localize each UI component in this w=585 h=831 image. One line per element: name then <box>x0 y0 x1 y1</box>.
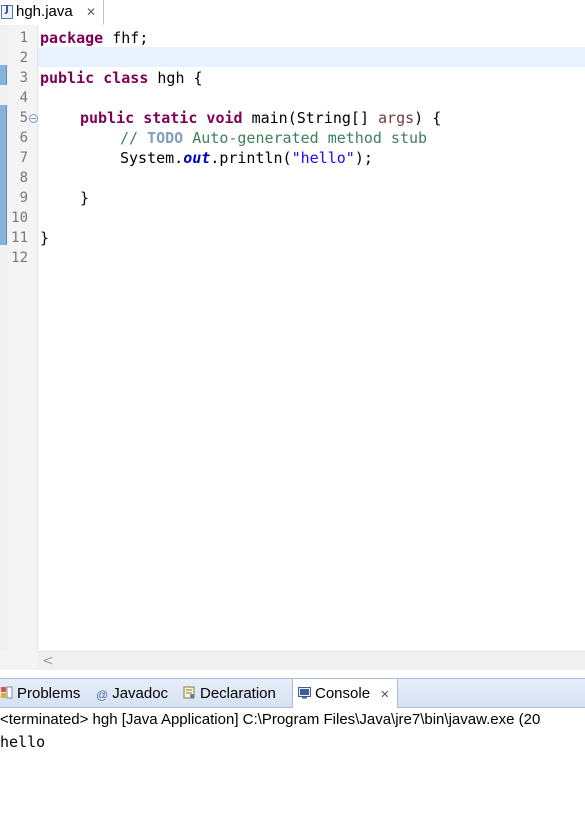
overview-ruler <box>0 25 8 651</box>
console-icon <box>298 687 311 699</box>
change-marker <box>0 105 7 245</box>
line-number: 2 <box>19 50 28 66</box>
change-marker <box>0 65 7 85</box>
editor-tab-label: hgh.java <box>16 3 73 20</box>
line-number: 5 <box>19 110 28 126</box>
declaration-icon <box>183 686 195 699</box>
current-line-highlight <box>38 47 585 67</box>
scroll-left-icon[interactable]: < <box>42 653 54 669</box>
code-line-9[interactable]: } <box>80 188 89 208</box>
java-file-icon: J <box>1 4 13 19</box>
tab-console[interactable]: Console ✕ <box>292 679 398 709</box>
bottom-panel-tab-bar: Problems @ Javadoc Declaration Console ✕ <box>0 678 585 709</box>
close-icon[interactable]: ✕ <box>86 5 96 19</box>
editor-tab-bar: J hgh.java ✕ <box>0 0 585 25</box>
panel-separator <box>0 670 585 678</box>
line-number: 1 <box>19 30 28 46</box>
line-number: 11 <box>11 230 28 246</box>
console-status-line: <terminated> hgh [Java Application] C:\P… <box>0 711 541 728</box>
close-icon[interactable]: ✕ <box>380 689 389 701</box>
console-view[interactable]: <terminated> hgh [Java Application] C:\P… <box>0 708 585 831</box>
tab-declaration[interactable]: Declaration <box>183 679 289 708</box>
line-number: 3 <box>19 70 28 86</box>
code-line-6[interactable]: // TODO Auto-generated method stub <box>120 128 427 148</box>
gutter-scroll-spacer <box>0 651 38 670</box>
code-editor[interactable]: 1 2 3 4 5 − 6 7 8 9 10 11 12 package fhf… <box>0 25 585 651</box>
line-number: 4 <box>19 90 28 106</box>
line-number: 12 <box>11 250 28 266</box>
tab-javadoc[interactable]: @ Javadoc <box>96 679 178 708</box>
code-line-7[interactable]: System.out.println("hello"); <box>120 148 373 168</box>
editor-tab-hgh-java[interactable]: J hgh.java ✕ <box>0 0 104 25</box>
line-number: 8 <box>19 170 28 186</box>
line-number: 9 <box>19 190 28 206</box>
line-number: 6 <box>19 130 28 146</box>
code-line-5[interactable]: public static void main(String[] args) { <box>80 108 441 128</box>
code-line-11[interactable]: } <box>40 228 49 248</box>
line-number: 7 <box>19 150 28 166</box>
code-line-1[interactable]: package fhf; <box>40 28 148 48</box>
problems-icon <box>1 686 13 699</box>
console-output[interactable]: hello <box>0 733 45 751</box>
code-line-3[interactable]: public class hgh { <box>40 68 203 88</box>
tab-problems[interactable]: Problems <box>0 679 88 708</box>
line-number: 10 <box>11 210 28 226</box>
horizontal-scrollbar[interactable]: < <box>38 651 585 670</box>
fold-collapse-icon[interactable]: − <box>29 114 38 123</box>
javadoc-icon: @ <box>96 688 109 702</box>
